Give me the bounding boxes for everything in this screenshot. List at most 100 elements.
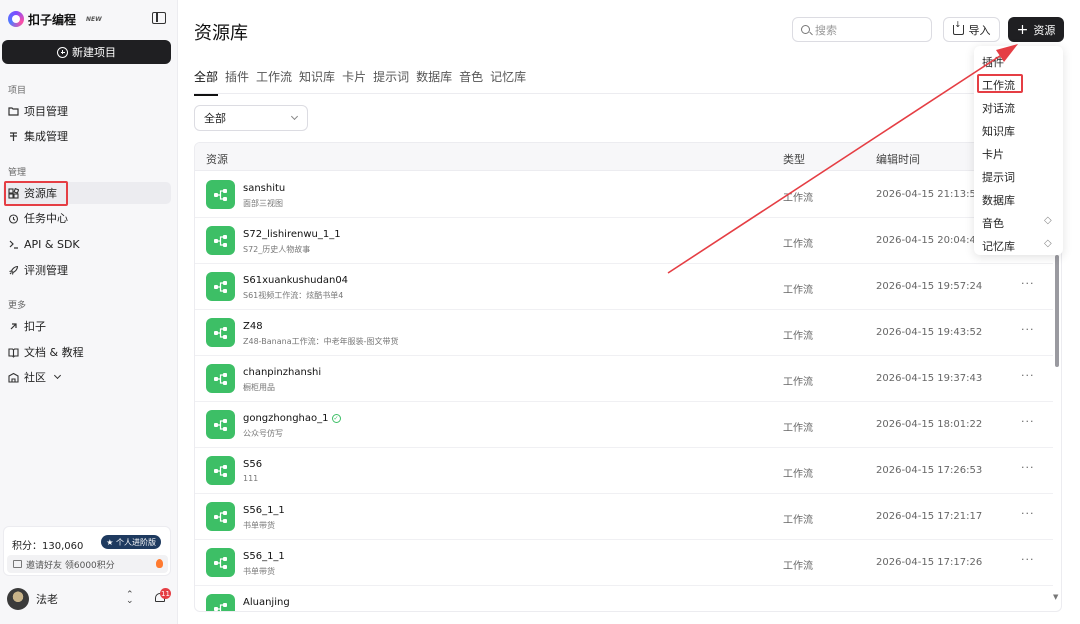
dropdown-item[interactable]: 卡片 <box>982 146 1004 162</box>
dropdown-item[interactable]: 音色 <box>982 215 1004 231</box>
workflow-icon <box>206 364 235 393</box>
add-resource-label: 资源 <box>1033 23 1056 37</box>
more-actions-icon[interactable]: ··· <box>1021 369 1035 382</box>
section-label-project: 项目 <box>8 86 27 96</box>
resource-edit-time: 2026-04-15 20:04:47 <box>876 235 983 246</box>
resource-name: S56 <box>243 459 263 470</box>
filter-select[interactable]: 全部 <box>194 105 308 131</box>
table-row[interactable]: S56_1_1 书单带货 工作流 2026-04-15 17:21:17 ··· <box>195 494 1053 540</box>
resource-type: 工作流 <box>783 193 813 204</box>
resource-edit-time: 2026-04-15 18:01:22 <box>876 419 983 430</box>
column-header-type[interactable]: 类型 <box>783 151 805 167</box>
plus-circle-icon <box>57 46 68 58</box>
table-row[interactable]: Aluanjing <box>195 586 1053 611</box>
resource-description: 橱柜用品 <box>243 383 275 392</box>
table-row[interactable]: sanshitu面部三视图工作流2026-04-15 21:13:58··· <box>195 172 1053 218</box>
resource-description: 111 <box>243 474 259 483</box>
section-label-more: 更多 <box>8 301 27 311</box>
search-input[interactable]: 搜索 <box>792 17 932 42</box>
chevron-down-icon <box>53 371 62 380</box>
avatar[interactable] <box>7 588 29 610</box>
chevron-down-icon <box>290 112 299 121</box>
table-row[interactable]: Z48 Z48-Banana工作流：中老年服装-图文带货 工作流 2026-04-15… <box>195 310 1053 356</box>
dropdown-item[interactable]: 知识库 <box>982 123 1015 139</box>
tab-card[interactable]: 卡片 <box>342 68 366 88</box>
new-badge: NEW <box>86 15 102 23</box>
credits-label: 积分：130,060 <box>12 541 84 552</box>
table-row[interactable]: chanpinzhanshi 橱柜用品 工作流 2026-04-15 19:37:43… <box>195 356 1053 402</box>
column-header-edit-time[interactable]: 编辑时间 <box>876 151 920 167</box>
sidebar-item-label: 任务中心 <box>24 212 68 225</box>
sidebar: 扣子编程 NEW 新建项目 项目 项目管理 集成管理 管理 资源库 任务中心 A… <box>0 0 178 624</box>
dropdown-item[interactable]: 对话流 <box>982 100 1015 116</box>
tab-workflow[interactable]: 工作流 <box>256 68 292 88</box>
flame-icon <box>156 559 163 568</box>
user-menu[interactable]: 法老 ⌃ ⌄ 11 <box>7 587 172 611</box>
table-row[interactable]: gongzhonghao_1 ✓ 公众号仿写 工作流 2026-04-15 18:01:… <box>195 402 1053 448</box>
resource-description: 公众号仿写 <box>243 429 283 438</box>
more-actions-icon[interactable]: ··· <box>1021 415 1035 428</box>
table-row[interactable]: S61xuankushudan04 S61视频工作流：炫酷书单4 工作流 2026-0… <box>195 264 1053 310</box>
rocket-icon <box>8 265 19 276</box>
import-button[interactable]: 导入 <box>943 17 1000 42</box>
resource-edit-time: 2026-04-15 19:37:43 <box>876 373 983 384</box>
scroll-down-arrow-icon[interactable]: ▼ <box>1053 593 1058 601</box>
dropdown-item[interactable]: 提示词 <box>982 169 1015 185</box>
more-actions-icon[interactable]: ··· <box>1021 553 1035 566</box>
credits-card: 积分：130,060 ★ 个人进阶版 邀请好友 领6000积分 <box>3 526 171 576</box>
tab-plugin[interactable]: 插件 <box>225 68 249 88</box>
dropdown-item[interactable]: 插件 <box>982 54 1004 70</box>
scrollbar-thumb[interactable] <box>1055 255 1059 367</box>
resource-type: 工作流 <box>783 331 813 342</box>
sidebar-item-kouzi[interactable]: 扣子 <box>3 315 171 337</box>
table-row[interactable]: S56 111 工作流 2026-04-15 17:26:53 ··· <box>195 448 1053 494</box>
brand-name: 扣子编程 <box>28 12 77 27</box>
sidebar-item-evaluation-management[interactable]: 评测管理 <box>3 259 171 281</box>
tab-database[interactable]: 数据库 <box>416 68 452 88</box>
table-row[interactable]: S72_lishirenwu_1_1 S72_历史人物故事 工作流 2026-04-1… <box>195 218 1053 264</box>
tab-memory[interactable]: 记忆库 <box>490 68 526 88</box>
tab-all[interactable]: 全部 <box>194 68 219 96</box>
sidebar-item-community[interactable]: 社区 <box>3 366 171 388</box>
tab-prompt[interactable]: 提示词 <box>373 68 409 88</box>
resource-name: S56_1_1 <box>243 505 285 516</box>
brand[interactable]: 扣子编程 NEW <box>8 10 102 28</box>
tab-voice[interactable]: 音色 <box>459 68 483 88</box>
resource-description: 面部三视图 <box>243 199 283 208</box>
resource-name: sanshitu <box>243 183 286 194</box>
sidebar-item-label: 社区 <box>24 371 46 384</box>
annotation-highlight-workflow <box>977 74 1023 93</box>
dropdown-item[interactable]: 记忆库 <box>982 238 1015 254</box>
table-header: 资源 类型 编辑时间 <box>195 143 1061 171</box>
sidebar-item-integration-management[interactable]: 集成管理 <box>3 125 171 147</box>
add-resource-button[interactable]: + 资源 <box>1008 17 1064 42</box>
verified-check-icon: ✓ <box>331 414 341 423</box>
more-actions-icon[interactable]: ··· <box>1021 461 1035 474</box>
resource-name: gongzhonghao_1 ✓ <box>243 413 341 424</box>
sidebar-item-docs[interactable]: 文档 & 教程 <box>3 341 171 363</box>
dropdown-item[interactable]: 数据库 <box>982 192 1015 208</box>
sidebar-toggle-icon[interactable] <box>152 12 166 24</box>
more-actions-icon[interactable]: ··· <box>1021 507 1035 520</box>
more-actions-icon[interactable]: ··· <box>1021 277 1035 290</box>
chevron-updown-icon[interactable]: ⌃ ⌄ <box>126 591 134 606</box>
resource-name: S56_1_1 <box>243 551 285 562</box>
resource-name: S72_lishirenwu_1_1 <box>243 229 341 240</box>
workflow-icon <box>206 272 235 301</box>
sidebar-item-task-center[interactable]: 任务中心 <box>3 207 171 229</box>
community-icon <box>8 372 19 383</box>
external-link-icon <box>8 321 19 332</box>
pro-plan-badge[interactable]: ★ 个人进阶版 <box>101 535 161 549</box>
invite-friends-link[interactable]: 邀请好友 领6000积分 <box>7 555 168 573</box>
table-row[interactable]: S56_1_1 书单带货 工作流 2026-04-15 17:17:26 ··· <box>195 540 1053 586</box>
tab-knowledge[interactable]: 知识库 <box>299 68 335 88</box>
more-actions-icon[interactable]: ··· <box>1021 323 1035 336</box>
sidebar-item-api-sdk[interactable]: API & SDK <box>3 233 171 255</box>
search-placeholder: 搜索 <box>815 23 837 37</box>
section-label-manage: 管理 <box>8 168 27 178</box>
workflow-icon <box>206 594 235 611</box>
resource-description: S72_历史人物故事 <box>243 245 311 254</box>
workflow-icon <box>206 502 235 531</box>
sidebar-item-project-management[interactable]: 项目管理 <box>3 100 171 122</box>
new-project-button[interactable]: 新建项目 <box>2 40 171 64</box>
